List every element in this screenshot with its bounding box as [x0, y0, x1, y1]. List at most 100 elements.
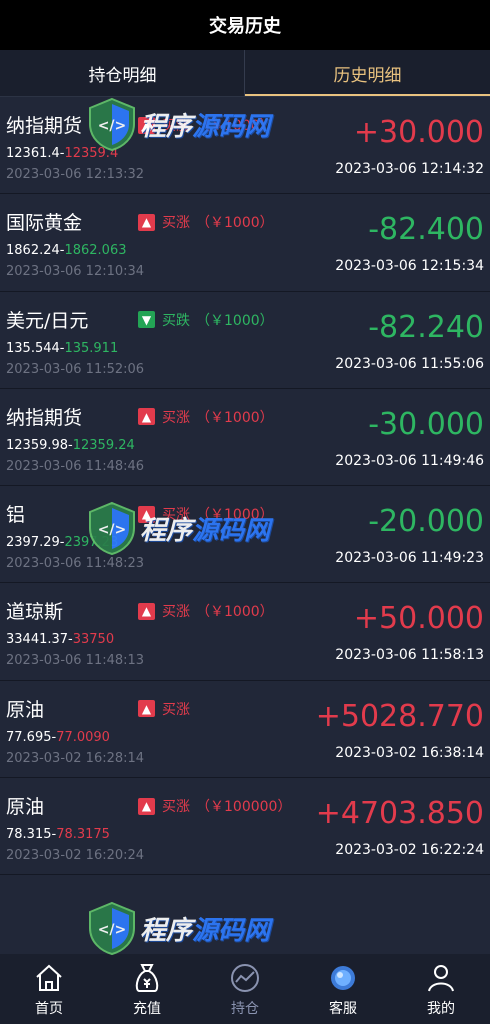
close-time: 2023-03-06 12:14:32 [335, 161, 484, 177]
direction-tag: ▼ 买跌 （￥1000） [138, 310, 274, 330]
open-price: 135.544- [6, 340, 65, 356]
nav-recharge[interactable]: 充值 [98, 954, 196, 1024]
profit-loss: -20.000 [368, 504, 484, 540]
tab-history[interactable]: 历史明细 [245, 50, 490, 96]
nav-positions[interactable]: 持仓 [196, 954, 294, 1024]
open-time: 2023-03-06 11:48:13 [6, 653, 145, 669]
arrow-up-icon: ▲ [138, 797, 155, 815]
close-price: 12359.4 [64, 146, 119, 161]
close-time: 2023-03-06 11:58:13 [335, 647, 484, 664]
close-time: 2023-03-06 11:49:46 [335, 452, 484, 469]
direction-tag: ▲ 买涨 （￥1000） [138, 212, 274, 232]
trade-history-list: 纳指期货 ▲ 买涨 （￥1000） 12361.4-12359.4 2023-0… [0, 97, 490, 876]
page-title: 交易历史 [209, 16, 281, 37]
stake-amount: （￥100000） [196, 799, 292, 816]
watermark-text-white: 程序 [140, 915, 193, 946]
nav-home-label: 首页 [35, 1000, 63, 1017]
direction-label: 买涨 [162, 118, 190, 134]
price-range: 12361.4-12359.4 [6, 146, 118, 161]
instrument-name: 原油 [6, 698, 45, 721]
nav-recharge-label: 充值 [133, 1000, 161, 1017]
trade-row[interactable]: 美元/日元 ▼ 买跌 （￥1000） 135.544-135.911 2023-… [0, 291, 490, 389]
profit-loss: +50.000 [353, 601, 484, 637]
instrument-name: 纳指期货 [6, 406, 83, 429]
open-time: 2023-03-06 11:48:46 [6, 458, 145, 474]
bottom-nav: 首页 充值 持仓 客服 我的 [0, 954, 490, 1024]
trade-row[interactable]: 道琼斯 ▲ 买涨 （￥1000） 33441.37-33750 2023-03-… [0, 583, 490, 681]
open-price: 12361.4- [6, 146, 65, 161]
close-price: 135.911 [64, 340, 119, 356]
nav-positions-label: 持仓 [231, 1000, 259, 1017]
open-price: 33441.37- [6, 632, 73, 648]
trade-row[interactable]: 原油 ▲ 买涨 77.695-77.0090 2023-03-02 16:28:… [0, 680, 490, 779]
close-time: 2023-03-06 11:55:06 [335, 355, 484, 372]
price-range: 1862.24-1862.063 [6, 243, 126, 258]
stake-amount: （￥1000） [196, 312, 274, 329]
direction-tag: ▲ 买涨 （￥1000） [138, 407, 274, 427]
direction-label: 买涨 [162, 507, 190, 524]
direction-tag: ▲ 买涨 （￥1000） [138, 601, 274, 621]
shield-code-icon: </> [86, 900, 138, 956]
instrument-name: 纳指期货 [6, 115, 83, 137]
open-time: 2023-03-06 12:10:34 [6, 264, 145, 280]
watermark-logo: </> 程序源码网 [86, 900, 270, 956]
direction-label: 买涨 [162, 701, 190, 718]
arrow-up-icon: ▲ [138, 602, 155, 620]
close-time: 2023-03-02 16:38:14 [335, 744, 484, 761]
nav-home[interactable]: 首页 [0, 954, 98, 1024]
profit-loss: +30.000 [353, 115, 484, 150]
trade-row[interactable]: 国际黄金 ▲ 买涨 （￥1000） 1862.24-1862.063 2023-… [0, 194, 490, 292]
trade-row[interactable]: 纳指期货 ▲ 买涨 （￥1000） 12361.4-12359.4 2023-0… [0, 97, 490, 195]
close-time: 2023-03-06 11:49:23 [335, 550, 484, 567]
stake-amount: （￥1000） [196, 409, 274, 426]
trade-row[interactable]: 纳指期货 ▲ 买涨 （￥1000） 12359.98-12359.24 2023… [0, 388, 490, 487]
price-range: 33441.37-33750 [6, 632, 114, 647]
open-price: 2397.29- [6, 535, 65, 551]
nav-support-label: 客服 [329, 1000, 357, 1017]
instrument-name: 铝 [6, 504, 26, 527]
open-price: 77.695- [6, 729, 57, 745]
direction-label: 买涨 [162, 409, 190, 426]
nav-profile-label: 我的 [427, 1000, 455, 1017]
stake-amount: （￥1000） [196, 604, 274, 621]
open-price: 12359.98- [6, 437, 73, 453]
stake-amount: （￥1000） [196, 215, 274, 232]
nav-profile[interactable]: 我的 [392, 954, 490, 1024]
direction-label: 买涨 [162, 799, 190, 816]
arrow-up-icon: ▲ [138, 116, 155, 134]
profit-loss: -82.240 [368, 309, 484, 345]
trade-row[interactable]: 原油 ▲ 买涨 （￥100000） 78.315-78.3175 2023-03… [0, 778, 490, 876]
direction-tag: ▲ 买涨 [138, 699, 196, 719]
price-range: 77.695-77.0090 [6, 730, 110, 745]
direction-tag: ▲ 买涨 （￥1000） [138, 504, 274, 524]
open-time: 2023-03-02 16:20:24 [6, 848, 145, 864]
open-time: 2023-03-06 11:48:23 [6, 556, 145, 572]
direction-label: 买涨 [162, 215, 190, 232]
instrument-name: 原油 [6, 796, 45, 819]
arrow-up-icon: ▲ [138, 505, 155, 523]
close-price: 12359.24 [72, 437, 135, 453]
close-price: 2397.23 [64, 535, 119, 551]
direction-tag: ▲ 买涨 （￥1000） [138, 115, 274, 135]
tab-positions[interactable]: 持仓明细 [0, 50, 245, 96]
instrument-name: 道琼斯 [6, 601, 64, 624]
home-icon [36, 964, 62, 991]
direction-tag: ▲ 买涨 （￥100000） [138, 796, 291, 816]
top-bar: 交易历史 [0, 0, 490, 50]
close-price: 77.0090 [56, 729, 110, 745]
profit-loss: -30.000 [368, 406, 484, 442]
svg-text:</>: </> [98, 922, 127, 938]
direction-label: 买涨 [162, 604, 190, 621]
price-range: 78.315-78.3175 [6, 827, 110, 842]
instrument-name: 美元/日元 [6, 309, 89, 332]
trade-row[interactable]: 铝 ▲ 买涨 （￥1000） 2397.29-2397.23 2023-03-0… [0, 486, 490, 584]
open-price: 1862.24- [6, 243, 65, 259]
open-price: 78.315- [6, 827, 57, 843]
close-time: 2023-03-02 16:22:24 [335, 842, 484, 859]
money-bag-icon [135, 963, 159, 992]
stake-amount: （￥1000） [196, 118, 274, 134]
nav-support[interactable]: 客服 [294, 954, 392, 1024]
open-time: 2023-03-06 12:13:32 [6, 167, 145, 182]
price-range: 2397.29-2397.23 [6, 535, 118, 550]
tab-bar: 持仓明细 历史明细 [0, 50, 490, 97]
